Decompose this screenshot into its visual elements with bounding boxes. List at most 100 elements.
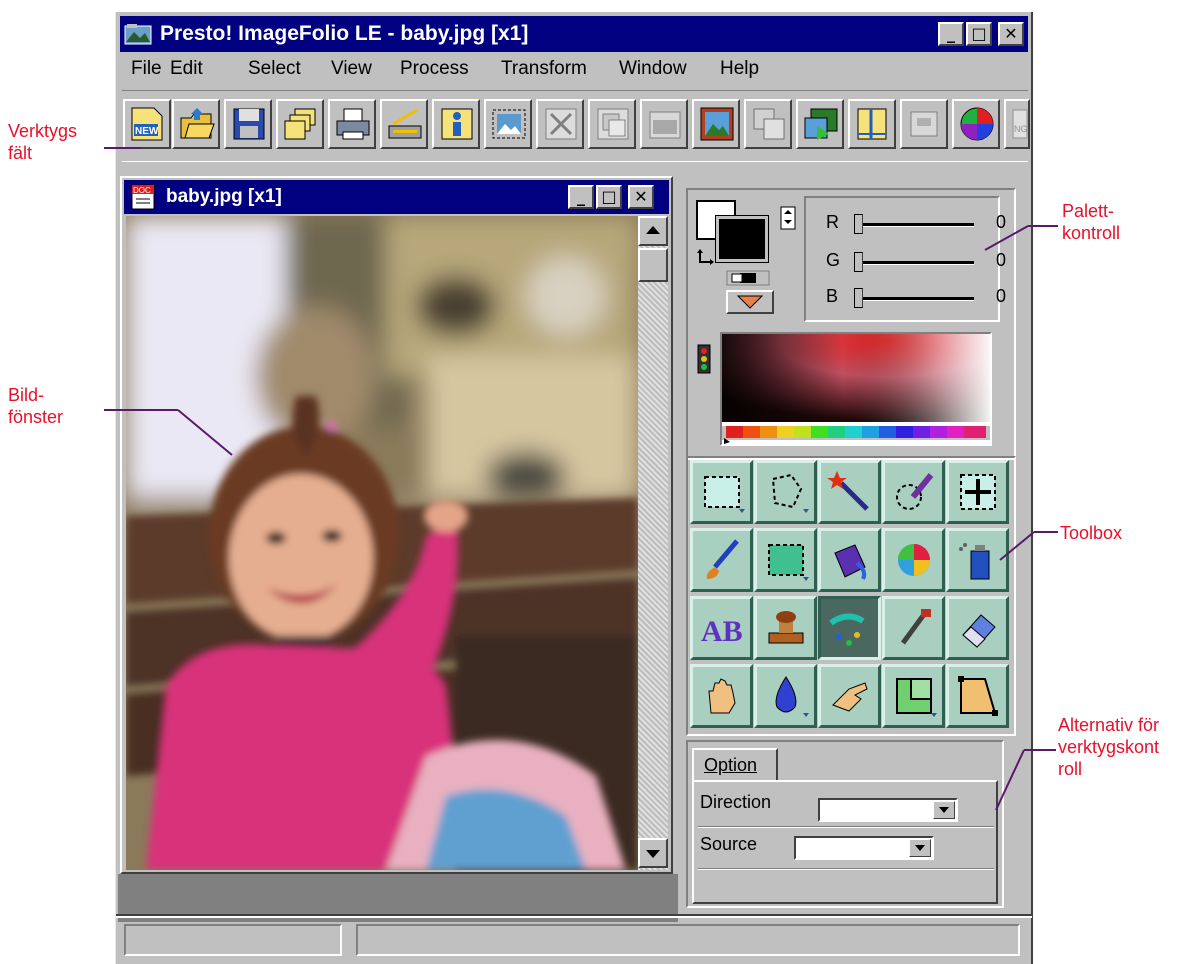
- tool-hand-pan[interactable]: [690, 664, 753, 728]
- print-icon: [336, 108, 370, 140]
- tool-perspective[interactable]: [946, 664, 1009, 728]
- image-minimize-button[interactable]: _: [568, 185, 594, 209]
- status-cell-right: [356, 924, 1020, 956]
- stop-hand-button[interactable]: NG: [1004, 99, 1030, 149]
- annotation-toolbar-line1: Verktygs: [8, 121, 78, 141]
- tool-color-ball[interactable]: [882, 528, 945, 592]
- tool-stamp[interactable]: [754, 596, 817, 660]
- maximize-button[interactable]: □: [966, 22, 992, 46]
- annotation-toolbar: Verktygs fält: [8, 120, 77, 164]
- ruler-button[interactable]: [848, 99, 896, 149]
- tool-text[interactable]: AB: [690, 596, 753, 660]
- title-bar[interactable]: Presto! ImageFolio LE - baby.jpg [x1] _ …: [120, 16, 1028, 52]
- annotation-image-line1: Bild-: [8, 385, 45, 405]
- tool-smudge[interactable]: [818, 596, 881, 660]
- twain-button[interactable]: [900, 99, 948, 149]
- swap-colors-icon[interactable]: [696, 248, 718, 270]
- menu-window[interactable]: Window: [619, 58, 687, 80]
- tool-magic-wand[interactable]: [818, 460, 881, 524]
- tool-rectangle-fill[interactable]: [754, 528, 817, 592]
- image-info-icon: [441, 108, 473, 140]
- slider-blue-track[interactable]: [856, 297, 974, 301]
- new-document-icon: NEW: [131, 107, 163, 141]
- select-all-icon: [492, 109, 526, 139]
- slider-red-thumb[interactable]: [854, 214, 863, 234]
- tool-paintbrush[interactable]: [690, 528, 753, 592]
- close-button[interactable]: ✕: [998, 22, 1024, 46]
- foreground-color-swatch[interactable]: [715, 215, 769, 263]
- default-colors-icon[interactable]: [726, 270, 770, 286]
- ruler-icon: [857, 108, 887, 140]
- scan-button[interactable]: [380, 99, 428, 149]
- scroll-thumb[interactable]: [638, 248, 668, 282]
- menu-help[interactable]: Help: [720, 58, 759, 80]
- lasso-select-icon: [771, 473, 809, 513]
- color-picker-area[interactable]: [720, 332, 992, 446]
- image-info-button[interactable]: [432, 99, 480, 149]
- slider-green-track[interactable]: [856, 261, 974, 265]
- tool-paint-bucket[interactable]: [818, 528, 881, 592]
- slider-red-track[interactable]: [856, 223, 974, 227]
- duplicate-button[interactable]: [744, 99, 792, 149]
- tool-paint-select[interactable]: [882, 460, 945, 524]
- twain-icon: [910, 111, 938, 137]
- menu-file[interactable]: File: [131, 58, 162, 80]
- annotation-options-line2: verktygskont: [1058, 737, 1160, 757]
- minimize-button[interactable]: _: [938, 22, 964, 46]
- tool-eraser[interactable]: [946, 596, 1009, 660]
- select-all-button[interactable]: [484, 99, 532, 149]
- tool-water-drop[interactable]: [754, 664, 817, 728]
- tool-crop[interactable]: [882, 664, 945, 728]
- image-close-button[interactable]: ✕: [628, 185, 654, 209]
- palette-dropdown-button[interactable]: [726, 290, 774, 314]
- perspective-icon: [958, 676, 998, 716]
- image-window: DOC baby.jpg [x1] _ □ ✕: [120, 176, 673, 874]
- save-button[interactable]: [224, 99, 272, 149]
- menu-transform[interactable]: Transform: [501, 58, 587, 80]
- direction-dropdown-arrow[interactable]: [933, 801, 955, 819]
- cut-button[interactable]: [536, 99, 584, 149]
- option-tab[interactable]: Option: [692, 748, 778, 782]
- frame-image-button[interactable]: [692, 99, 740, 149]
- doc-icon-text: DOC: [133, 186, 151, 195]
- toolbox: AB: [686, 456, 1016, 736]
- rectangle-fill-icon: [768, 544, 809, 581]
- option-body: Direction Source: [692, 780, 998, 904]
- menu-process[interactable]: Process: [400, 58, 469, 80]
- rgb-slider-panel: R 0 G 0 B 0: [804, 196, 1006, 322]
- slider-green-thumb[interactable]: [854, 252, 863, 272]
- image-vertical-scrollbar[interactable]: [638, 216, 668, 870]
- export-button[interactable]: [796, 99, 844, 149]
- magic-wand-icon: [827, 471, 869, 511]
- image-maximize-button[interactable]: □: [596, 185, 622, 209]
- print-button[interactable]: [328, 99, 376, 149]
- color-wheel-button[interactable]: [952, 99, 1000, 149]
- new-button[interactable]: NEW: [123, 99, 171, 149]
- copy-button[interactable]: [588, 99, 636, 149]
- tool-spray-can[interactable]: [946, 528, 1009, 592]
- scroll-up-button[interactable]: [638, 216, 668, 246]
- slider-blue-thumb[interactable]: [854, 288, 863, 308]
- tool-lasso-select[interactable]: [754, 460, 817, 524]
- tool-move[interactable]: [946, 460, 1009, 524]
- menu-edit[interactable]: Edit: [170, 58, 203, 80]
- menu-select[interactable]: Select: [248, 58, 301, 80]
- source-select[interactable]: [794, 836, 934, 860]
- file-manager-button[interactable]: [276, 99, 324, 149]
- open-button[interactable]: [172, 99, 220, 149]
- export-icon: [804, 108, 838, 140]
- traffic-light-icon[interactable]: [696, 344, 712, 374]
- rgb-mode-icon[interactable]: [780, 206, 796, 230]
- menu-view[interactable]: View: [331, 58, 372, 80]
- paste-button[interactable]: [640, 99, 688, 149]
- tool-eyedropper[interactable]: [882, 596, 945, 660]
- tool-rectangle-select[interactable]: [690, 460, 753, 524]
- slider-green-label: G: [826, 250, 841, 270]
- scroll-down-button[interactable]: [638, 838, 668, 868]
- photo-canvas[interactable]: [126, 216, 638, 870]
- source-dropdown-arrow[interactable]: [909, 839, 931, 857]
- image-window-title-bar[interactable]: DOC baby.jpg [x1] _ □ ✕: [124, 180, 669, 214]
- triangle-down-icon: [736, 295, 764, 309]
- tool-finger-smudge[interactable]: [818, 664, 881, 728]
- direction-select[interactable]: [818, 798, 958, 822]
